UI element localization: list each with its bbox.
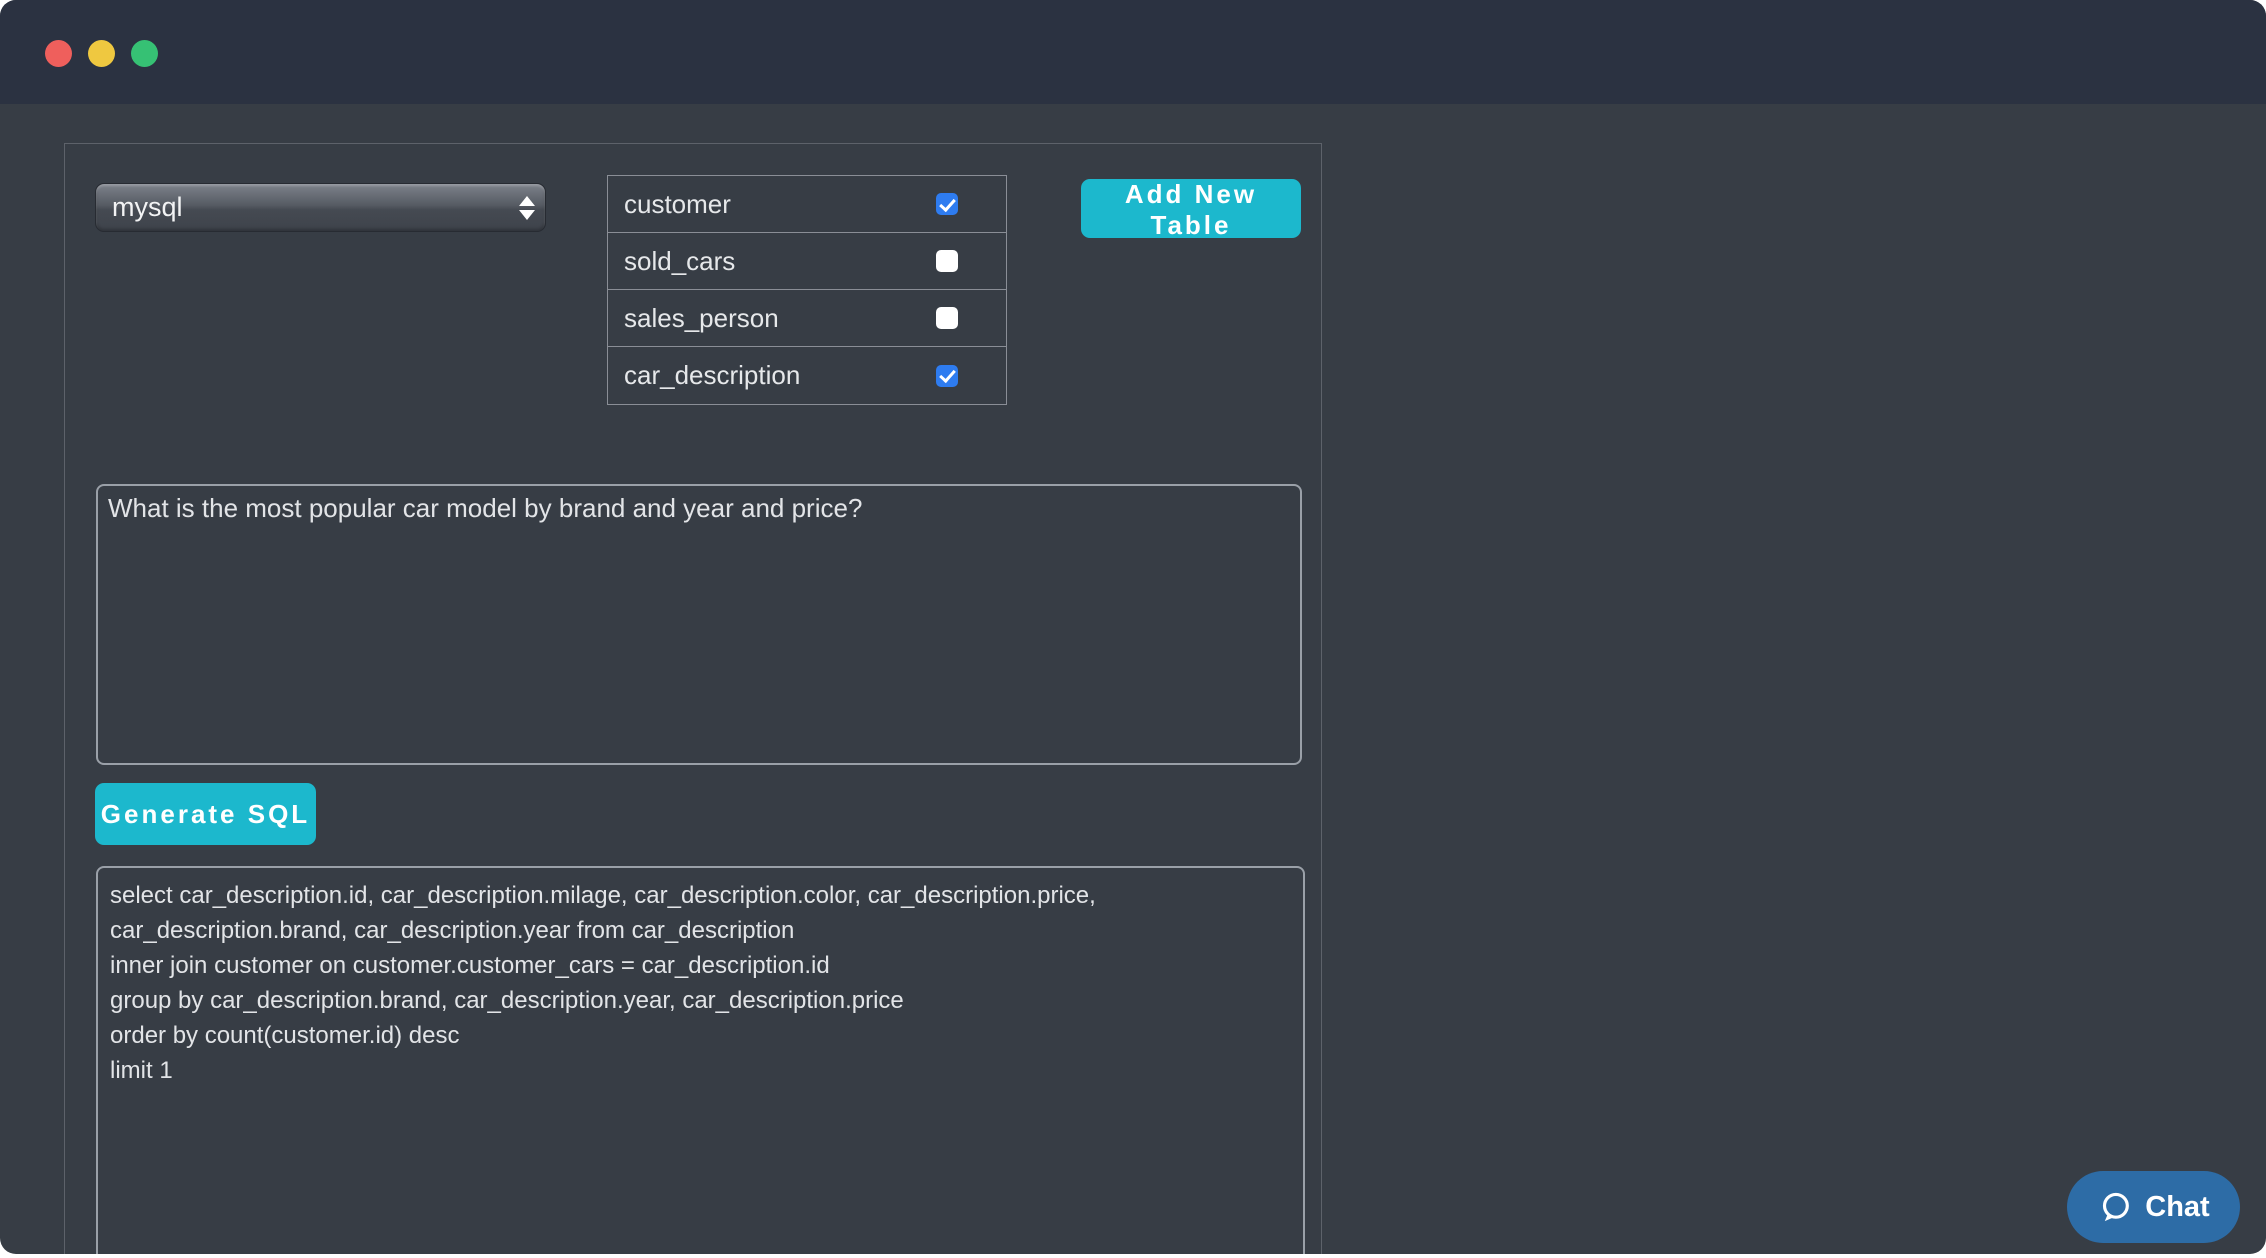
chat-button[interactable]: Chat (2067, 1171, 2240, 1243)
table-row: sold_cars (608, 233, 1006, 290)
table-checkbox-3[interactable] (936, 365, 958, 387)
chat-bubble-icon (2097, 1189, 2133, 1225)
table-checkbox-2[interactable] (936, 307, 958, 329)
sql-output[interactable]: select car_description.id, car_descripti… (96, 866, 1305, 1254)
app-window: mysql customer sold_cars sales_person ca… (0, 0, 2266, 1254)
table-name: sold_cars (624, 246, 735, 277)
table-row: sales_person (608, 290, 1006, 347)
table-name: customer (624, 189, 731, 220)
table-name: car_description (624, 360, 800, 391)
question-input[interactable]: What is the most popular car model by br… (96, 484, 1302, 765)
table-name: sales_person (624, 303, 779, 334)
generate-sql-button[interactable]: Generate SQL (95, 783, 316, 845)
database-select-value: mysql (112, 192, 183, 223)
table-row: car_description (608, 347, 1006, 404)
table-checkbox-1[interactable] (936, 250, 958, 272)
chat-button-label: Chat (2145, 1191, 2209, 1224)
table-checkbox-0[interactable] (936, 193, 958, 215)
zoom-button[interactable] (131, 40, 158, 67)
close-button[interactable] (45, 40, 72, 67)
add-new-table-button[interactable]: Add New Table (1081, 179, 1301, 238)
table-row: customer (608, 176, 1006, 233)
minimize-button[interactable] (88, 40, 115, 67)
table-list: customer sold_cars sales_person car_desc… (607, 175, 1007, 405)
titlebar (0, 0, 2266, 104)
updown-arrows-icon (519, 196, 535, 220)
database-select[interactable]: mysql (95, 183, 546, 232)
